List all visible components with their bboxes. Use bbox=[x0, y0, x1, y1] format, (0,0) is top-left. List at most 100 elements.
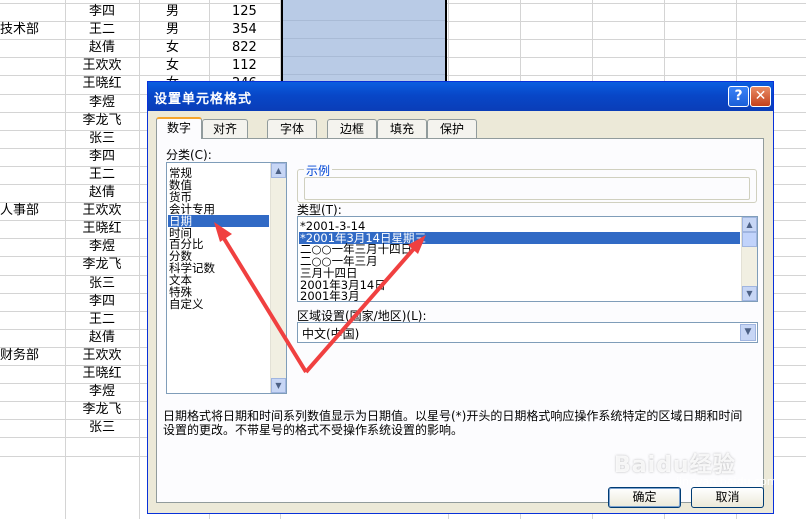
cell-dept[interactable] bbox=[0, 365, 64, 383]
grid-line bbox=[283, 56, 445, 57]
cell-sex[interactable]: 女 bbox=[140, 57, 208, 75]
grid-line bbox=[283, 20, 445, 21]
tab-border[interactable]: 边框 bbox=[327, 119, 377, 138]
grid-line bbox=[283, 74, 445, 75]
cell-name[interactable]: 王二 bbox=[66, 166, 138, 184]
tab-protection[interactable]: 保护 bbox=[427, 119, 477, 138]
cell-dept[interactable] bbox=[0, 329, 64, 347]
category-scrollbar[interactable]: ▲ ▼ bbox=[270, 163, 286, 393]
cell-name[interactable]: 张三 bbox=[66, 419, 138, 437]
cell-name[interactable]: 张三 bbox=[66, 130, 138, 148]
cell-num-text: 354 bbox=[232, 22, 257, 37]
cancel-button[interactable]: 取消 bbox=[691, 487, 764, 508]
cell-num[interactable]: 125 bbox=[210, 3, 280, 21]
cell-name[interactable]: 李龙飞 bbox=[66, 256, 138, 274]
cell-dept[interactable] bbox=[0, 293, 64, 311]
cell-dept[interactable] bbox=[0, 112, 64, 130]
cell-num[interactable]: 354 bbox=[210, 21, 280, 39]
cell-name[interactable]: 王晓红 bbox=[66, 220, 138, 238]
cell-sex[interactable]: 女 bbox=[140, 39, 208, 57]
cell-dept[interactable] bbox=[0, 166, 64, 184]
cell-name[interactable]: 王欢欢 bbox=[66, 347, 138, 365]
type-item[interactable]: 2001年3月 bbox=[300, 290, 360, 301]
cell-name[interactable]: 李龙飞 bbox=[66, 401, 138, 419]
cell-name[interactable]: 赵倩 bbox=[66, 39, 138, 57]
tab-font[interactable]: 字体 bbox=[267, 119, 317, 138]
cell-num[interactable]: 822 bbox=[210, 39, 280, 57]
cell-dept[interactable]: 技术部 bbox=[0, 21, 64, 39]
cell-name[interactable]: 李四 bbox=[66, 3, 138, 21]
cell-sex[interactable]: 男 bbox=[140, 3, 208, 21]
tab-alignment[interactable]: 对齐 bbox=[202, 119, 248, 138]
cell-num-text: 112 bbox=[232, 58, 257, 73]
cell-name[interactable]: 王欢欢 bbox=[66, 57, 138, 75]
cell-name[interactable]: 赵倩 bbox=[66, 329, 138, 347]
cell-dept[interactable] bbox=[0, 419, 64, 437]
sample-group: 示例 bbox=[297, 162, 757, 203]
category-item[interactable]: 自定义 bbox=[169, 298, 204, 310]
cell-name[interactable]: 李煜 bbox=[66, 383, 138, 401]
cell-dept[interactable] bbox=[0, 57, 64, 75]
cell-name[interactable]: 王欢欢 bbox=[66, 202, 138, 220]
cell-sex-text: 女 bbox=[166, 40, 180, 55]
cell-name[interactable]: 赵倩 bbox=[66, 184, 138, 202]
cell-name[interactable]: 王二 bbox=[66, 311, 138, 329]
cell-name[interactable]: 李四 bbox=[66, 293, 138, 311]
cell-dept[interactable] bbox=[0, 148, 64, 166]
tab-number[interactable]: 数字 bbox=[156, 117, 202, 139]
cell-num-text: 125 bbox=[232, 4, 257, 19]
locale-value: 中文(中国) bbox=[302, 327, 360, 341]
help-button[interactable]: ? bbox=[728, 86, 749, 107]
cell-sex-text: 女 bbox=[166, 58, 180, 73]
cell-dept[interactable]: 财务部 bbox=[0, 347, 64, 365]
type-item[interactable]: 三月十四日 bbox=[300, 267, 358, 279]
cell-name[interactable]: 王晓红 bbox=[66, 365, 138, 383]
selected-column-range[interactable] bbox=[281, 0, 447, 84]
cell-name[interactable]: 李龙飞 bbox=[66, 112, 138, 130]
cell-dept[interactable] bbox=[0, 3, 64, 21]
cell-dept[interactable] bbox=[0, 130, 64, 148]
cell-dept[interactable] bbox=[0, 238, 64, 256]
cell-sex[interactable]: 男 bbox=[140, 21, 208, 39]
grid-line bbox=[283, 38, 445, 39]
ok-button[interactable]: 确定 bbox=[608, 487, 681, 508]
scroll-thumb[interactable] bbox=[742, 232, 757, 247]
cell-dept[interactable] bbox=[0, 39, 64, 57]
cell-name[interactable]: 李煜 bbox=[66, 238, 138, 256]
cell-dept[interactable] bbox=[0, 256, 64, 274]
type-listbox[interactable]: *2001-3-14 *2001年3月14日星期三 二○○一年三月十四日 二○○一年三… bbox=[297, 216, 758, 302]
locale-dropdown[interactable]: 中文(中国) ▼ bbox=[297, 322, 758, 343]
cell-dept[interactable] bbox=[0, 311, 64, 329]
cell-dept[interactable] bbox=[0, 184, 64, 202]
scroll-down-icon[interactable]: ▼ bbox=[742, 286, 757, 301]
scroll-down-icon[interactable]: ▼ bbox=[271, 378, 286, 393]
tab-fill[interactable]: 填充 bbox=[377, 119, 427, 138]
cell-num-text: 822 bbox=[232, 40, 257, 55]
scroll-up-icon[interactable]: ▲ bbox=[271, 163, 286, 178]
chevron-down-icon[interactable]: ▼ bbox=[740, 324, 756, 341]
category-item[interactable]: 会计专用 bbox=[169, 203, 215, 215]
cell-dept[interactable] bbox=[0, 75, 64, 93]
scroll-up-icon[interactable]: ▲ bbox=[742, 217, 757, 232]
dialog-titlebar[interactable]: 设置单元格格式 ? ✕ bbox=[148, 82, 773, 111]
category-item[interactable]: 日期 bbox=[168, 214, 269, 227]
description-text: 日期格式将日期和时间系列数值显示为日期值。以星号(*)开头的日期格式响应操作系统… bbox=[163, 409, 743, 437]
cell-sex-text: 男 bbox=[166, 22, 180, 37]
type-scrollbar[interactable]: ▲ ▼ bbox=[741, 217, 757, 301]
cell-name[interactable]: 王晓红 bbox=[66, 75, 138, 93]
cell-num[interactable]: 112 bbox=[210, 57, 280, 75]
category-item[interactable]: 货币 bbox=[169, 191, 192, 203]
cell-dept[interactable] bbox=[0, 94, 64, 112]
cell-name[interactable]: 李煜 bbox=[66, 94, 138, 112]
cell-dept[interactable]: 人事部 bbox=[0, 202, 64, 220]
cell-dept[interactable] bbox=[0, 275, 64, 293]
cell-name[interactable]: 李四 bbox=[66, 148, 138, 166]
cell-name[interactable]: 张三 bbox=[66, 275, 138, 293]
cell-dept[interactable] bbox=[0, 401, 64, 419]
category-listbox[interactable]: 常规 数值 货币 会计专用 日期 时间 百分比 分数 科学记数 文本 特殊 自定义 ▲ ▼ bbox=[166, 162, 287, 394]
watermark-url: jingyan.baidu.com bbox=[676, 475, 778, 488]
cell-name[interactable]: 王二 bbox=[66, 21, 138, 39]
close-button[interactable]: ✕ bbox=[750, 86, 771, 107]
cell-dept[interactable] bbox=[0, 383, 64, 401]
cell-dept[interactable] bbox=[0, 220, 64, 238]
